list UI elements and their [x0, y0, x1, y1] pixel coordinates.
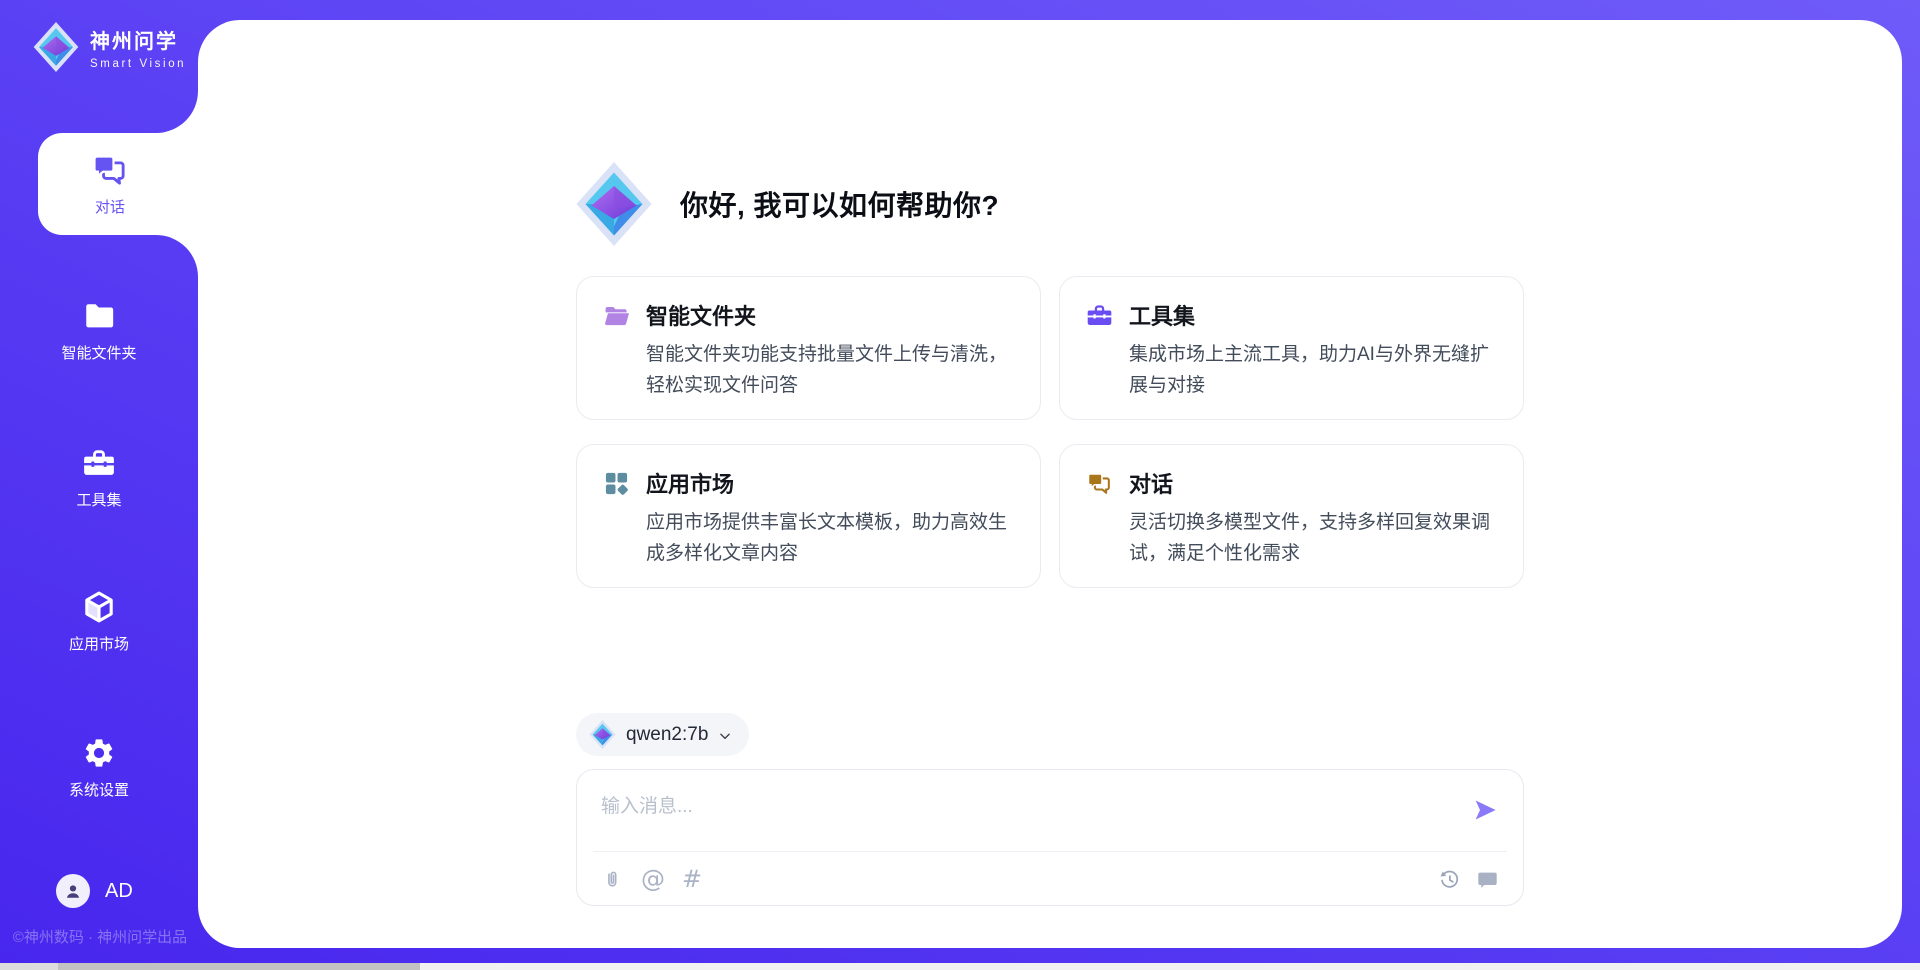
send-icon[interactable]	[1472, 797, 1498, 823]
message-input[interactable]: 输入消息...	[601, 791, 693, 818]
card-toolset[interactable]: 工具集 集成市场上主流工具，助力AI与外界无缝扩展与对接	[1059, 276, 1524, 420]
app-window: 你好, 我可以如何帮助你? 智能文件夹 智能文件夹功能支持批量文件上传与清洗，轻…	[0, 0, 1920, 970]
attach-icon[interactable]	[601, 868, 624, 891]
mention-icon[interactable]: @	[641, 867, 665, 891]
scrollbar-thumb[interactable]	[58, 963, 420, 970]
greeting-title: 你好, 我可以如何帮助你?	[680, 184, 999, 224]
card-app-market[interactable]: 应用市场 应用市场提供丰富长文本模板，助力高效生成多样化文章内容	[576, 444, 1041, 588]
toolbox-icon	[1086, 302, 1113, 329]
sidebar-item-label: 对话	[95, 196, 125, 217]
cube-icon	[82, 590, 116, 624]
person-icon	[62, 880, 84, 902]
card-chat[interactable]: 对话 灵活切换多模型文件，支持多样回复效果调试，满足个性化需求	[1059, 444, 1524, 588]
model-selector[interactable]: qwen2:7b	[576, 713, 749, 756]
model-logo-icon	[589, 720, 616, 749]
card-title: 智能文件夹	[646, 299, 756, 331]
user-initials: AD	[105, 880, 133, 903]
history-icon[interactable]	[1438, 868, 1461, 891]
sidebar-top-block	[0, 0, 198, 133]
scrollbar-corner	[0, 963, 58, 970]
gear-icon	[82, 736, 116, 770]
folder-icon	[82, 299, 116, 333]
sidebar-item-smart-folder[interactable]: 智能文件夹	[0, 299, 198, 363]
sidebar-item-chat[interactable]: 对话	[38, 133, 200, 235]
card-description: 集成市场上主流工具，助力AI与外界无缝扩展与对接	[1129, 339, 1497, 401]
sidebar-item-label: 智能文件夹	[0, 342, 198, 363]
folder-open-icon	[603, 302, 630, 329]
greeting: 你好, 我可以如何帮助你?	[576, 162, 999, 246]
main-panel: 你好, 我可以如何帮助你? 智能文件夹 智能文件夹功能支持批量文件上传与清洗，轻…	[198, 20, 1902, 948]
apps-icon	[603, 470, 630, 497]
sidebar-item-app-market[interactable]: 应用市场	[0, 590, 198, 654]
brand-diamond-logo	[576, 162, 652, 246]
sidebar-item-settings[interactable]: 系统设置	[0, 736, 198, 800]
sidebar-item-label: 工具集	[0, 489, 198, 510]
card-description: 灵活切换多模型文件，支持多样回复效果调试，满足个性化需求	[1129, 507, 1497, 569]
chat-icon	[1086, 470, 1113, 497]
avatar	[56, 874, 90, 908]
message-composer: 输入消息... @ #	[576, 769, 1524, 906]
sidebar-item-toolset[interactable]: 工具集	[0, 446, 198, 510]
message-icon[interactable]	[1476, 868, 1499, 891]
card-description: 应用市场提供丰富长文本模板，助力高效生成多样化文章内容	[646, 507, 1014, 569]
card-title: 应用市场	[646, 467, 734, 499]
sidebar-item-label: 系统设置	[0, 779, 198, 800]
horizontal-scrollbar[interactable]	[0, 963, 1920, 970]
chat-icon	[91, 151, 129, 189]
chevron-down-icon	[718, 729, 732, 743]
card-title: 对话	[1129, 467, 1173, 499]
composer-divider	[593, 851, 1507, 852]
feature-cards: 智能文件夹 智能文件夹功能支持批量文件上传与清洗，轻松实现文件问答 工具集 集成…	[576, 276, 1524, 588]
toolbox-icon	[82, 446, 116, 480]
card-description: 智能文件夹功能支持批量文件上传与清洗，轻松实现文件问答	[646, 339, 1014, 401]
user-account[interactable]: AD	[56, 874, 133, 908]
model-name: qwen2:7b	[626, 724, 708, 746]
card-title: 工具集	[1129, 299, 1195, 331]
card-smart-folder[interactable]: 智能文件夹 智能文件夹功能支持批量文件上传与清洗，轻松实现文件问答	[576, 276, 1041, 420]
sidebar-item-label: 应用市场	[0, 633, 198, 654]
hashtag-icon[interactable]: #	[682, 867, 702, 891]
